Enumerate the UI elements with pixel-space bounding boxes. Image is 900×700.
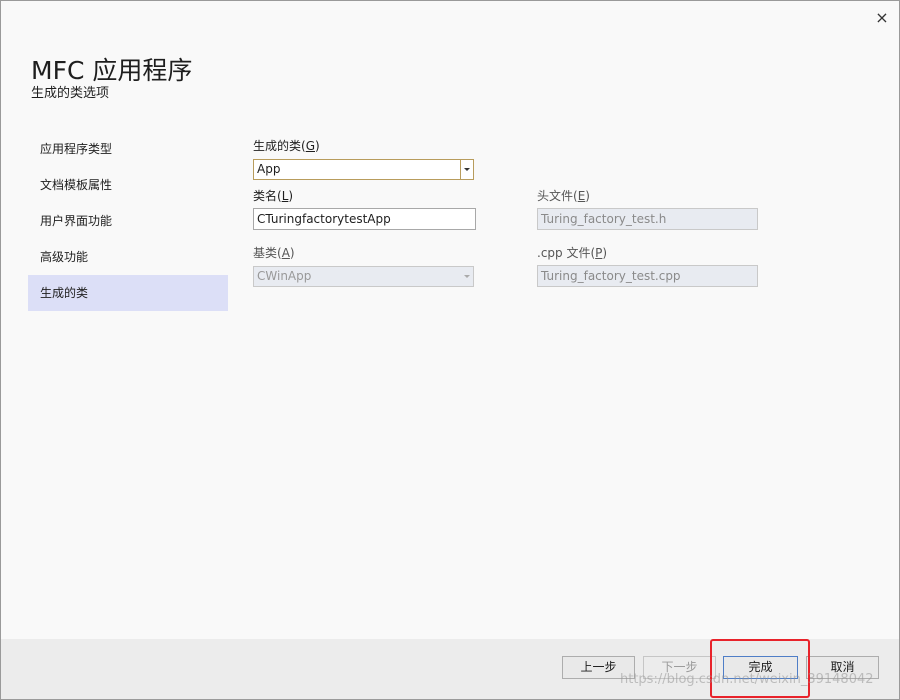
finish-button[interactable]: 完成 bbox=[723, 656, 798, 679]
page-subtitle: 生成的类选项 bbox=[31, 86, 110, 101]
header-file-label: 头文件(E) bbox=[537, 187, 590, 204]
base-class-select: CWinApp bbox=[253, 266, 474, 287]
base-class-label: 基类(A) bbox=[253, 244, 295, 261]
sidebar-item-generated-classes[interactable]: 生成的类 bbox=[28, 275, 228, 311]
class-name-label-close: ) bbox=[288, 189, 294, 203]
chevron-down-icon bbox=[461, 267, 473, 286]
class-name-label: 类名(L) bbox=[253, 187, 293, 204]
base-class-value: CWinApp bbox=[257, 269, 312, 283]
close-icon[interactable]: × bbox=[873, 9, 891, 27]
base-class-label-close: ) bbox=[289, 246, 295, 260]
generated-class-accesskey: G bbox=[305, 139, 315, 153]
sidebar-item-advanced-features[interactable]: 高级功能 bbox=[28, 239, 228, 275]
base-class-accesskey: A bbox=[281, 246, 290, 260]
cancel-button[interactable]: 取消 bbox=[806, 656, 879, 679]
cpp-file-label-close: ) bbox=[602, 246, 608, 260]
chevron-down-icon[interactable] bbox=[460, 160, 473, 179]
cpp-file-label-text: .cpp 文件( bbox=[537, 246, 596, 260]
class-name-input[interactable]: CTuringfactorytestApp bbox=[253, 208, 476, 230]
header-file-label-close: ) bbox=[585, 189, 590, 203]
generated-class-select[interactable]: App bbox=[253, 159, 474, 180]
generated-class-label-text: 生成的类( bbox=[253, 139, 306, 153]
sidebar-nav: 应用程序类型 文档模板属性 用户界面功能 高级功能 生成的类 bbox=[28, 131, 228, 311]
header-file-label-text: 头文件( bbox=[537, 189, 578, 203]
cpp-file-label: .cpp 文件(P) bbox=[537, 244, 607, 261]
generated-class-value: App bbox=[257, 162, 281, 176]
cpp-file-input: Turing_factory_test.cpp bbox=[537, 265, 758, 287]
sidebar-item-application-type[interactable]: 应用程序类型 bbox=[28, 131, 228, 167]
sidebar-item-document-template[interactable]: 文档模板属性 bbox=[28, 167, 228, 203]
generated-class-label-close: ) bbox=[315, 139, 320, 153]
next-button: 下一步 bbox=[643, 656, 716, 679]
generated-class-label: 生成的类(G) bbox=[253, 137, 320, 154]
dialog-window: × MFC 应用程序 生成的类选项 应用程序类型 文档模板属性 用户界面功能 高… bbox=[0, 0, 900, 700]
base-class-label-text: 基类( bbox=[253, 246, 282, 260]
class-name-label-text: 类名( bbox=[253, 189, 282, 203]
back-button[interactable]: 上一步 bbox=[562, 656, 635, 679]
sidebar-item-user-interface[interactable]: 用户界面功能 bbox=[28, 203, 228, 239]
header-file-input: Turing_factory_test.h bbox=[537, 208, 758, 230]
